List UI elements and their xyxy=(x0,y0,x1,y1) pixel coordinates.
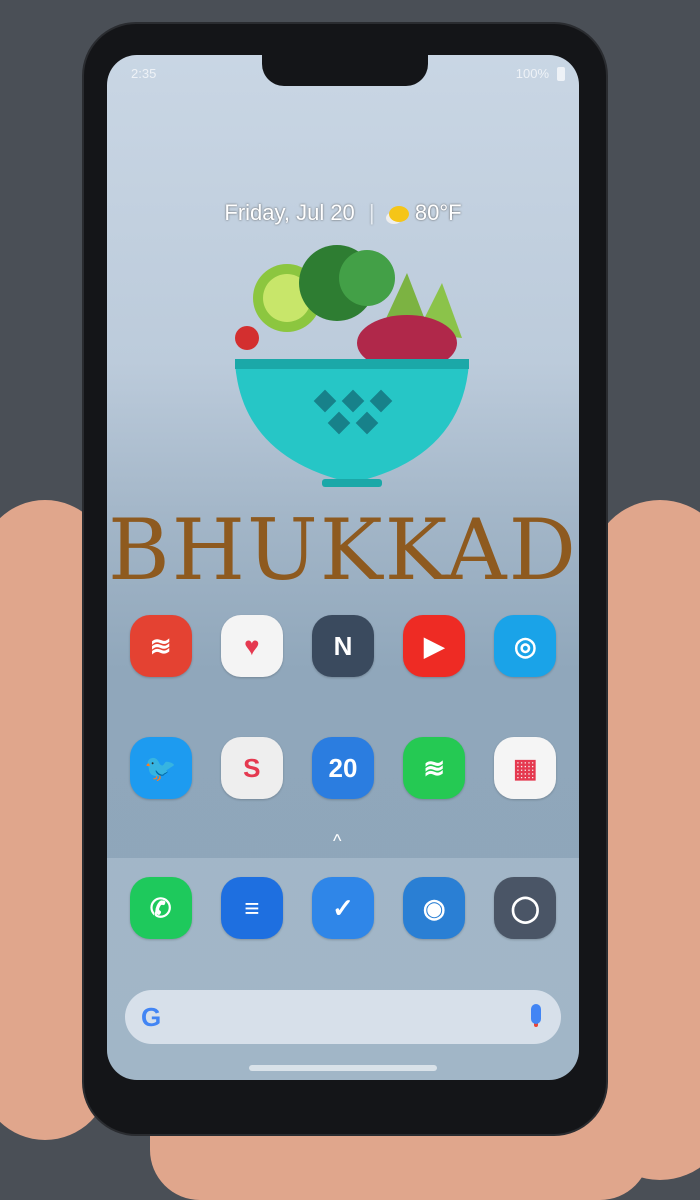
todoist-app-icon[interactable]: ≋ xyxy=(129,615,192,677)
date-weather-widget[interactable]: Friday, Jul 20 | 80°F xyxy=(107,200,579,226)
home-screen: 2:35 100% Friday, Jul 20 | 80°F BHUKKAD … xyxy=(107,55,579,1080)
find-device-app-icon[interactable]: ◎ xyxy=(494,615,557,677)
spotify-app-icon[interactable]: ≋ xyxy=(403,737,466,799)
calendar-app-icon[interactable]: 20 xyxy=(311,737,374,799)
slack-app-icon[interactable]: S xyxy=(220,737,283,799)
separator: | xyxy=(368,200,375,225)
twitter-app-icon[interactable]: 🐦 xyxy=(129,737,192,799)
camera-notch xyxy=(262,48,428,86)
pocket-app-icon[interactable]: ♥ xyxy=(220,615,283,677)
app-row-1: ≋ ♥ N ▶ ◎ xyxy=(107,615,579,677)
brand-logo-text: BHUKKAD xyxy=(108,501,578,599)
camera-app-icon[interactable]: ◯ xyxy=(494,877,557,939)
pushbullet-app-icon[interactable]: N xyxy=(311,615,374,677)
dock-row: ✆ ≡ ✓ ◉ ◯ xyxy=(107,877,579,939)
status-battery: 100% xyxy=(515,66,549,81)
phone-app-icon[interactable]: ✆ xyxy=(129,877,192,939)
hand-right xyxy=(590,500,700,1180)
mic-icon[interactable] xyxy=(531,1004,541,1024)
home-indicator[interactable] xyxy=(249,1065,437,1071)
play-games-app-icon[interactable]: ▦ xyxy=(494,737,557,799)
app-drawer-chevron[interactable]: ^ xyxy=(333,831,341,852)
google-search-bar[interactable]: G xyxy=(125,990,561,1044)
temperature: 80°F xyxy=(414,200,462,225)
app-row-2: 🐦 S 20 ≋ ▦ xyxy=(107,737,579,799)
youtube-app-icon[interactable]: ▶ xyxy=(403,615,466,677)
firefox-app-icon[interactable]: ◉ xyxy=(403,877,466,939)
partly-cloudy-icon xyxy=(388,206,409,222)
google-logo: G xyxy=(141,1002,162,1032)
date-text: Friday, Jul 20 xyxy=(224,200,355,225)
inbox-app-icon[interactable]: ✓ xyxy=(311,877,374,939)
battery-icon xyxy=(557,67,565,81)
status-time: 2:35 xyxy=(131,66,157,81)
messages-app-icon[interactable]: ≡ xyxy=(220,877,283,939)
salad-bowl-logo xyxy=(235,245,469,487)
